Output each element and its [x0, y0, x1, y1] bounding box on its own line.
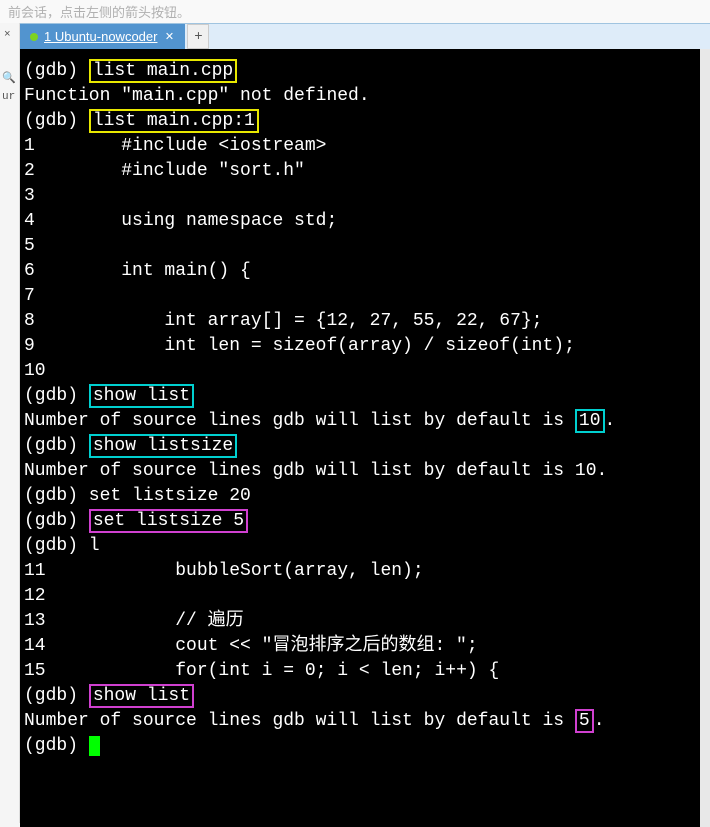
terminal-text: (gdb) l	[24, 536, 100, 556]
terminal-line: (gdb) l	[24, 534, 696, 559]
terminal-text: .	[594, 711, 605, 731]
terminal-line: 6 int main() {	[24, 259, 696, 284]
terminal-line: 15 for(int i = 0; i < len; i++) {	[24, 659, 696, 684]
terminal-line: (gdb) list main.cpp:1	[24, 109, 696, 134]
tab-title: 1 Ubuntu-nowcoder	[44, 29, 157, 44]
cursor	[89, 736, 100, 756]
terminal-output[interactable]: (gdb) list main.cppFunction "main.cpp" n…	[20, 49, 700, 827]
highlight-box: set listsize 5	[89, 509, 248, 533]
highlight-box: 10	[575, 409, 605, 433]
terminal-line: 14 cout << "冒泡排序之后的数组: ";	[24, 634, 696, 659]
terminal-line: (gdb) show list	[24, 384, 696, 409]
terminal-line: Number of source lines gdb will list by …	[24, 709, 696, 734]
sidebar-label: ur	[2, 91, 15, 103]
terminal-text: 2 #include "sort.h"	[24, 161, 305, 181]
terminal-text: 3	[24, 186, 35, 206]
terminal-text: 6 int main() {	[24, 261, 251, 281]
terminal-line: 5	[24, 234, 696, 259]
search-icon[interactable]: 🔍	[2, 71, 16, 85]
terminal-line: 13 // 遍历	[24, 609, 696, 634]
tab-close-icon[interactable]: ✕	[163, 31, 175, 43]
terminal-text: 8 int array[] = {12, 27, 55, 22, 67};	[24, 311, 542, 331]
terminal-text: Function "main.cpp" not defined.	[24, 86, 370, 106]
highlight-box: 5	[575, 709, 594, 733]
highlight-box: show list	[89, 384, 194, 408]
tab-bar: 1 Ubuntu-nowcoder ✕ +	[20, 23, 710, 49]
terminal-line: 8 int array[] = {12, 27, 55, 22, 67};	[24, 309, 696, 334]
terminal-line: 4 using namespace std;	[24, 209, 696, 234]
terminal-text: (gdb)	[24, 511, 89, 531]
top-hint-text: 前会话，点击左侧的箭头按钮。	[0, 0, 710, 23]
terminal-line: (gdb) show listsize	[24, 434, 696, 459]
terminal-text: 10	[24, 361, 46, 381]
terminal-text: 14 cout << "冒泡排序之后的数组: ";	[24, 636, 478, 656]
vertical-scrollbar[interactable]	[700, 49, 710, 827]
terminal-line: Function "main.cpp" not defined.	[24, 84, 696, 109]
terminal-text: 7	[24, 286, 35, 306]
terminal-line: (gdb) show list	[24, 684, 696, 709]
terminal-text: (gdb)	[24, 386, 89, 406]
terminal-line: 1 #include <iostream>	[24, 134, 696, 159]
terminal-text: 4 using namespace std;	[24, 211, 337, 231]
terminal-text: 13 // 遍历	[24, 611, 244, 631]
new-tab-button[interactable]: +	[187, 24, 209, 49]
terminal-text: 9 int len = sizeof(array) / sizeof(int);	[24, 336, 575, 356]
terminal-line: Number of source lines gdb will list by …	[24, 459, 696, 484]
terminal-line: 12	[24, 584, 696, 609]
status-dot-icon	[30, 33, 38, 41]
terminal-text: (gdb)	[24, 111, 89, 131]
terminal-text: 5	[24, 236, 35, 256]
terminal-line: 2 #include "sort.h"	[24, 159, 696, 184]
close-icon[interactable]: ×	[4, 29, 11, 41]
terminal-line: (gdb) set listsize 5	[24, 509, 696, 534]
highlight-box: show list	[89, 684, 194, 708]
terminal-text: Number of source lines gdb will list by …	[24, 461, 607, 481]
terminal-line: 11 bubbleSort(array, len);	[24, 559, 696, 584]
left-sidebar: × 🔍 ur	[0, 23, 20, 823]
terminal-text: (gdb)	[24, 736, 89, 756]
highlight-box: list main.cpp	[89, 59, 237, 83]
terminal-text: (gdb)	[24, 436, 89, 456]
terminal-text: 15 for(int i = 0; i < len; i++) {	[24, 661, 499, 681]
terminal-line: (gdb)	[24, 734, 696, 759]
terminal-line: (gdb) set listsize 20	[24, 484, 696, 509]
terminal-text: .	[605, 411, 616, 431]
highlight-box: list main.cpp:1	[89, 109, 259, 133]
terminal-line: 3	[24, 184, 696, 209]
terminal-line: (gdb) list main.cpp	[24, 59, 696, 84]
terminal-text: 12	[24, 586, 46, 606]
terminal-text: (gdb)	[24, 61, 89, 81]
terminal-text: Number of source lines gdb will list by …	[24, 411, 575, 431]
terminal-text: (gdb)	[24, 686, 89, 706]
terminal-text: 1 #include <iostream>	[24, 136, 326, 156]
terminal-text: 11 bubbleSort(array, len);	[24, 561, 424, 581]
terminal-line: 7	[24, 284, 696, 309]
highlight-box: show listsize	[89, 434, 237, 458]
terminal-line: 9 int len = sizeof(array) / sizeof(int);	[24, 334, 696, 359]
terminal-line: Number of source lines gdb will list by …	[24, 409, 696, 434]
terminal-line: 10	[24, 359, 696, 384]
tab-ubuntu-nowcoder[interactable]: 1 Ubuntu-nowcoder ✕	[20, 24, 185, 49]
terminal-text: Number of source lines gdb will list by …	[24, 711, 575, 731]
terminal-text: (gdb) set listsize 20	[24, 486, 251, 506]
